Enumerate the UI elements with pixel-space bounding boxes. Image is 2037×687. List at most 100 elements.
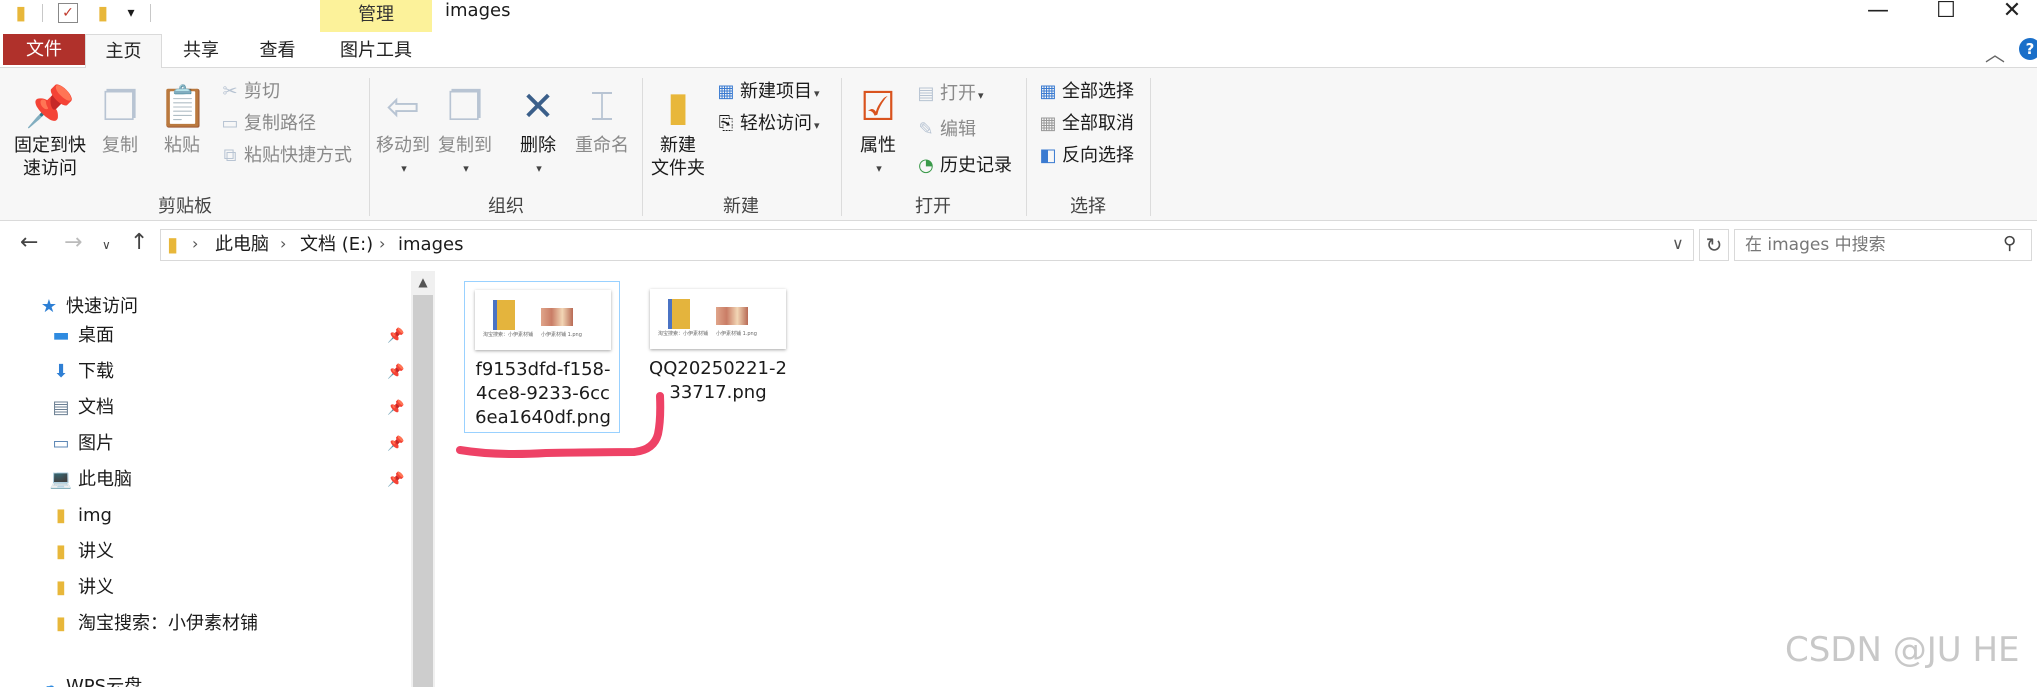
nav-item-label: img — [78, 505, 112, 526]
pin-icon[interactable]: 📌 — [387, 462, 404, 498]
chevron-right-icon[interactable]: › — [280, 234, 286, 253]
delete-label: 删除 — [520, 135, 556, 156]
nav-item-label: 讲义 — [78, 577, 114, 598]
file-name-line: QQ20250221-2 — [649, 358, 787, 379]
nav-item-handouts[interactable]: ▮ 讲义 — [0, 534, 410, 570]
tab-share[interactable]: 共享 — [165, 34, 237, 68]
breadcrumb-images[interactable]: images — [398, 234, 463, 256]
nav-item-wps-cloud[interactable]: ☁ WPS云盘 — [0, 669, 410, 687]
nav-item-downloads[interactable]: ⬇ 下载 📌 — [0, 354, 410, 390]
nav-item-label: 此电脑 — [78, 469, 132, 490]
tab-view[interactable]: 查看 — [240, 34, 315, 68]
pin-icon[interactable]: 📌 — [387, 426, 404, 462]
scroll-up-icon[interactable]: ▲ — [411, 275, 435, 289]
properties-check-icon[interactable]: ✓ — [58, 3, 78, 23]
nav-item-pictures[interactable]: ▭ 图片 📌 — [0, 426, 410, 462]
forward-button[interactable]: → — [64, 230, 82, 255]
address-box[interactable] — [160, 229, 1694, 261]
paste-label: 粘贴 — [164, 135, 200, 156]
minimize-button[interactable]: — — [1848, 0, 1908, 22]
help-icon[interactable]: ? — [2019, 38, 2037, 60]
rename-icon: ⌶ — [590, 84, 614, 130]
nav-item-this-pc[interactable]: 💻 此电脑 📌 — [0, 462, 410, 498]
copy-path-button[interactable]: ▭ 复制路径 — [218, 112, 316, 136]
nav-item-taobao-search[interactable]: ▮ 淘宝搜索：小伊素材铺 — [0, 606, 410, 642]
pin-icon[interactable]: 📌 — [387, 390, 404, 426]
navigation-pane: ★ 快速访问 ▬ 桌面 📌 ⬇ 下载 📌 ▤ 文档 📌 ▭ 图片 📌 💻 此电脑… — [0, 271, 435, 687]
copy-button[interactable]: ❐ 复制 — [96, 82, 144, 157]
easy-access-label: 轻松访问 — [740, 113, 812, 134]
search-input[interactable] — [1735, 230, 1995, 260]
tab-file[interactable]: 文件 — [3, 34, 85, 65]
refresh-button[interactable]: ↻ — [1699, 229, 1729, 261]
clipboard-group-label: 剪贴板 — [158, 196, 212, 217]
watermark: CSDN @JU HE — [1785, 630, 2020, 670]
copy-label: 复制 — [102, 135, 138, 156]
folder-icon: ▮ — [56, 541, 66, 562]
select-none-button[interactable]: ▦ 全部取消 — [1036, 112, 1134, 136]
copy-to-button[interactable]: ❐ 复制到 ▾ — [436, 82, 494, 180]
nav-item-handouts-2[interactable]: ▮ 讲义 — [0, 570, 410, 606]
address-history-dropdown[interactable]: ∨ — [1672, 234, 1684, 253]
search-icon[interactable]: ⚲ — [2003, 233, 2016, 254]
recent-locations-dropdown[interactable]: ∨ — [102, 238, 111, 252]
thumbnail-photo-graphic — [541, 308, 573, 326]
chevron-down-icon: ▾ — [401, 162, 407, 175]
tab-home[interactable]: 主页 — [85, 34, 162, 68]
chevron-down-icon: ▾ — [463, 162, 469, 175]
nav-item-desktop[interactable]: ▬ 桌面 📌 — [0, 318, 410, 354]
back-button[interactable]: ← — [20, 230, 38, 255]
paste-shortcut-label: 粘贴快捷方式 — [244, 145, 352, 166]
rename-button[interactable]: ⌶ 重命名 — [570, 82, 634, 157]
chevron-right-icon[interactable]: › — [192, 234, 198, 253]
pin-icon[interactable]: 📌 — [387, 354, 404, 390]
manage-context-tab[interactable]: 管理 — [320, 0, 432, 32]
paste-button[interactable]: 📋 粘贴 — [158, 82, 208, 157]
download-icon: ⬇ — [53, 361, 69, 382]
qat-dropdown-button[interactable]: ▾ — [120, 2, 142, 24]
breadcrumb-this-pc[interactable]: 此电脑 — [215, 234, 269, 256]
select-all-button[interactable]: ▦ 全部选择 — [1036, 80, 1134, 104]
pin-to-quick-access-button[interactable]: 📌 固定到快 速访问 — [8, 82, 92, 180]
pin-label-line2: 速访问 — [23, 158, 77, 179]
open-icon: ▤ — [917, 83, 935, 104]
nav-item-img[interactable]: ▮ img — [0, 498, 410, 534]
nav-item-label: 讲义 — [78, 541, 114, 562]
properties-button[interactable]: ☑ 属性 ▾ — [852, 82, 904, 180]
up-button[interactable]: ↑ — [130, 230, 148, 255]
copy-icon: ❐ — [102, 84, 138, 130]
properties-label: 属性 — [860, 135, 896, 156]
group-divider — [1026, 78, 1027, 216]
paste-shortcut-icon: ⧉ — [223, 145, 237, 166]
thumbnail-folder-graphic — [493, 300, 515, 330]
invert-selection-button[interactable]: ◧ 反向选择 — [1036, 144, 1134, 168]
search-box: ⚲ — [1734, 229, 2032, 261]
new-folder-icon[interactable]: ▮ — [92, 2, 114, 24]
new-folder-label-line1: 新建 — [660, 135, 696, 156]
nav-item-documents[interactable]: ▤ 文档 📌 — [0, 390, 410, 426]
delete-button[interactable]: ✕ 删除 ▾ — [512, 82, 564, 180]
history-label: 历史记录 — [940, 155, 1012, 176]
move-to-button[interactable]: ⇦ 移动到 ▾ — [374, 82, 432, 180]
open-label: 打开 — [940, 83, 976, 104]
delete-x-icon: ✕ — [521, 84, 555, 130]
open-button[interactable]: ▤ 打开 ▾ — [914, 82, 983, 108]
nav-pane-scrollbar[interactable]: ▲ — [411, 271, 435, 687]
easy-access-button[interactable]: ⎘ 轻松访问 ▾ — [714, 112, 820, 138]
scrollbar-thumb[interactable] — [413, 295, 433, 687]
maximize-button[interactable]: ☐ — [1916, 0, 1976, 22]
cut-button[interactable]: ✂ 剪切 — [218, 80, 280, 104]
new-folder-button[interactable]: ▮ 新建 文件夹 — [648, 82, 708, 180]
breadcrumb-drive-e[interactable]: 文档 (E:) — [300, 234, 373, 256]
chevron-right-icon[interactable]: › — [379, 234, 385, 253]
history-button[interactable]: ◔ 历史记录 — [914, 154, 1012, 178]
pin-icon[interactable]: 📌 — [387, 318, 404, 354]
close-button[interactable]: ✕ — [1982, 0, 2037, 22]
move-to-label: 移动到 — [376, 135, 430, 156]
paste-shortcut-button[interactable]: ⧉ 粘贴快捷方式 — [218, 144, 352, 168]
new-item-button[interactable]: ▦ 新建项目 ▾ — [714, 80, 819, 106]
tab-picture-tools[interactable]: 图片工具 — [320, 34, 432, 68]
collapse-ribbon-icon[interactable]: ︿ — [1985, 38, 2005, 67]
edit-button[interactable]: ✎ 编辑 — [914, 118, 976, 142]
nav-item-label: 淘宝搜索：小伊素材铺 — [78, 613, 258, 634]
